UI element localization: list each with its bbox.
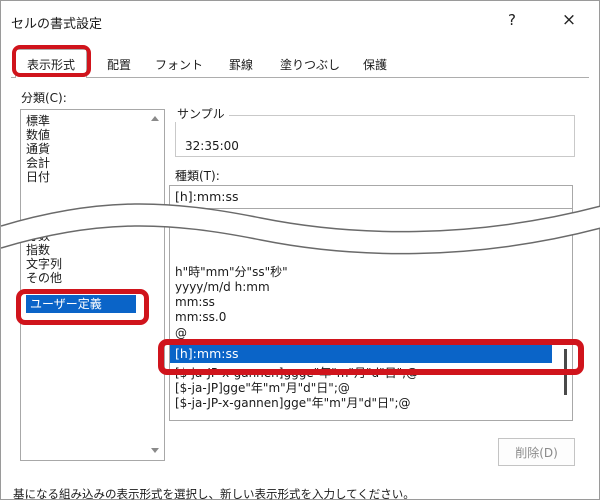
format-cells-dialog: セルの書式設定 ? × 表示形式 配置 フォント 罫線 塗りつぶし 保護 分類(… — [0, 0, 600, 501]
category-label: 分類(C): — [21, 91, 67, 105]
active-tab-callout — [12, 45, 91, 77]
help-button[interactable]: ? — [496, 7, 528, 33]
scroll-up-icon[interactable] — [151, 116, 159, 121]
category-scrollbar[interactable] — [147, 110, 163, 460]
type-item[interactable]: @ — [175, 326, 187, 340]
category-item[interactable]: その他 — [26, 271, 62, 285]
sample-value: 32:35:00 — [185, 139, 239, 153]
tab-font[interactable]: フォント — [147, 51, 211, 77]
type-input[interactable]: [h]:mm:ss — [169, 185, 573, 209]
category-list[interactable]: 標準 数値 通貨 会計 日付 分数 指数 文字列 その他 ユーザー定義 — [20, 109, 165, 461]
tab-alignment[interactable]: 配置 — [95, 51, 143, 77]
type-item[interactable]: [$-ja-JP]gge"年"m"月"d"日";@ — [175, 381, 350, 395]
category-item[interactable]: 文字列 — [26, 257, 62, 271]
type-item[interactable]: mm:ss — [175, 295, 215, 309]
selected-category-callout — [16, 289, 149, 325]
type-item[interactable]: [$-ja-JP-x-gannen]gge"年"m"月"d"日";@ — [175, 396, 411, 410]
close-button[interactable]: × — [553, 7, 585, 33]
category-item[interactable]: 通貨 — [26, 142, 50, 156]
type-label: 種類(T): — [175, 169, 220, 183]
type-item[interactable]: mm:ss.0 — [175, 310, 226, 324]
title-bar: セルの書式設定 ? × — [1, 1, 599, 39]
category-item[interactable]: 指数 — [26, 243, 50, 257]
tab-divider — [11, 77, 589, 78]
tab-fill[interactable]: 塗りつぶし — [271, 51, 349, 77]
scroll-down-icon[interactable] — [151, 448, 159, 453]
sample-label: サンプル — [173, 105, 229, 122]
category-item[interactable]: 会計 — [26, 156, 50, 170]
category-item[interactable]: 分数 — [26, 229, 50, 243]
tab-strip: 表示形式 配置 フォント 罫線 塗りつぶし 保護 — [11, 49, 589, 78]
category-item[interactable]: 日付 — [26, 170, 50, 184]
tab-protection[interactable]: 保護 — [351, 51, 399, 77]
type-item[interactable]: h"時"mm"分"ss"秒" — [175, 265, 288, 279]
dialog-title: セルの書式設定 — [11, 17, 103, 32]
delete-button[interactable]: 削除(D) — [498, 438, 575, 466]
type-item[interactable]: yyyy/m/d h:mm — [175, 280, 270, 294]
category-item[interactable]: 数値 — [26, 128, 50, 142]
type-list[interactable]: h:mm h"時"mm"分"ss"秒" yyyy/m/d h:mm mm:ss … — [169, 209, 573, 421]
type-item[interactable]: h:mm — [175, 215, 212, 229]
tab-border[interactable]: 罫線 — [217, 51, 265, 77]
selected-type-callout — [158, 339, 584, 375]
category-item[interactable]: 標準 — [26, 114, 50, 128]
